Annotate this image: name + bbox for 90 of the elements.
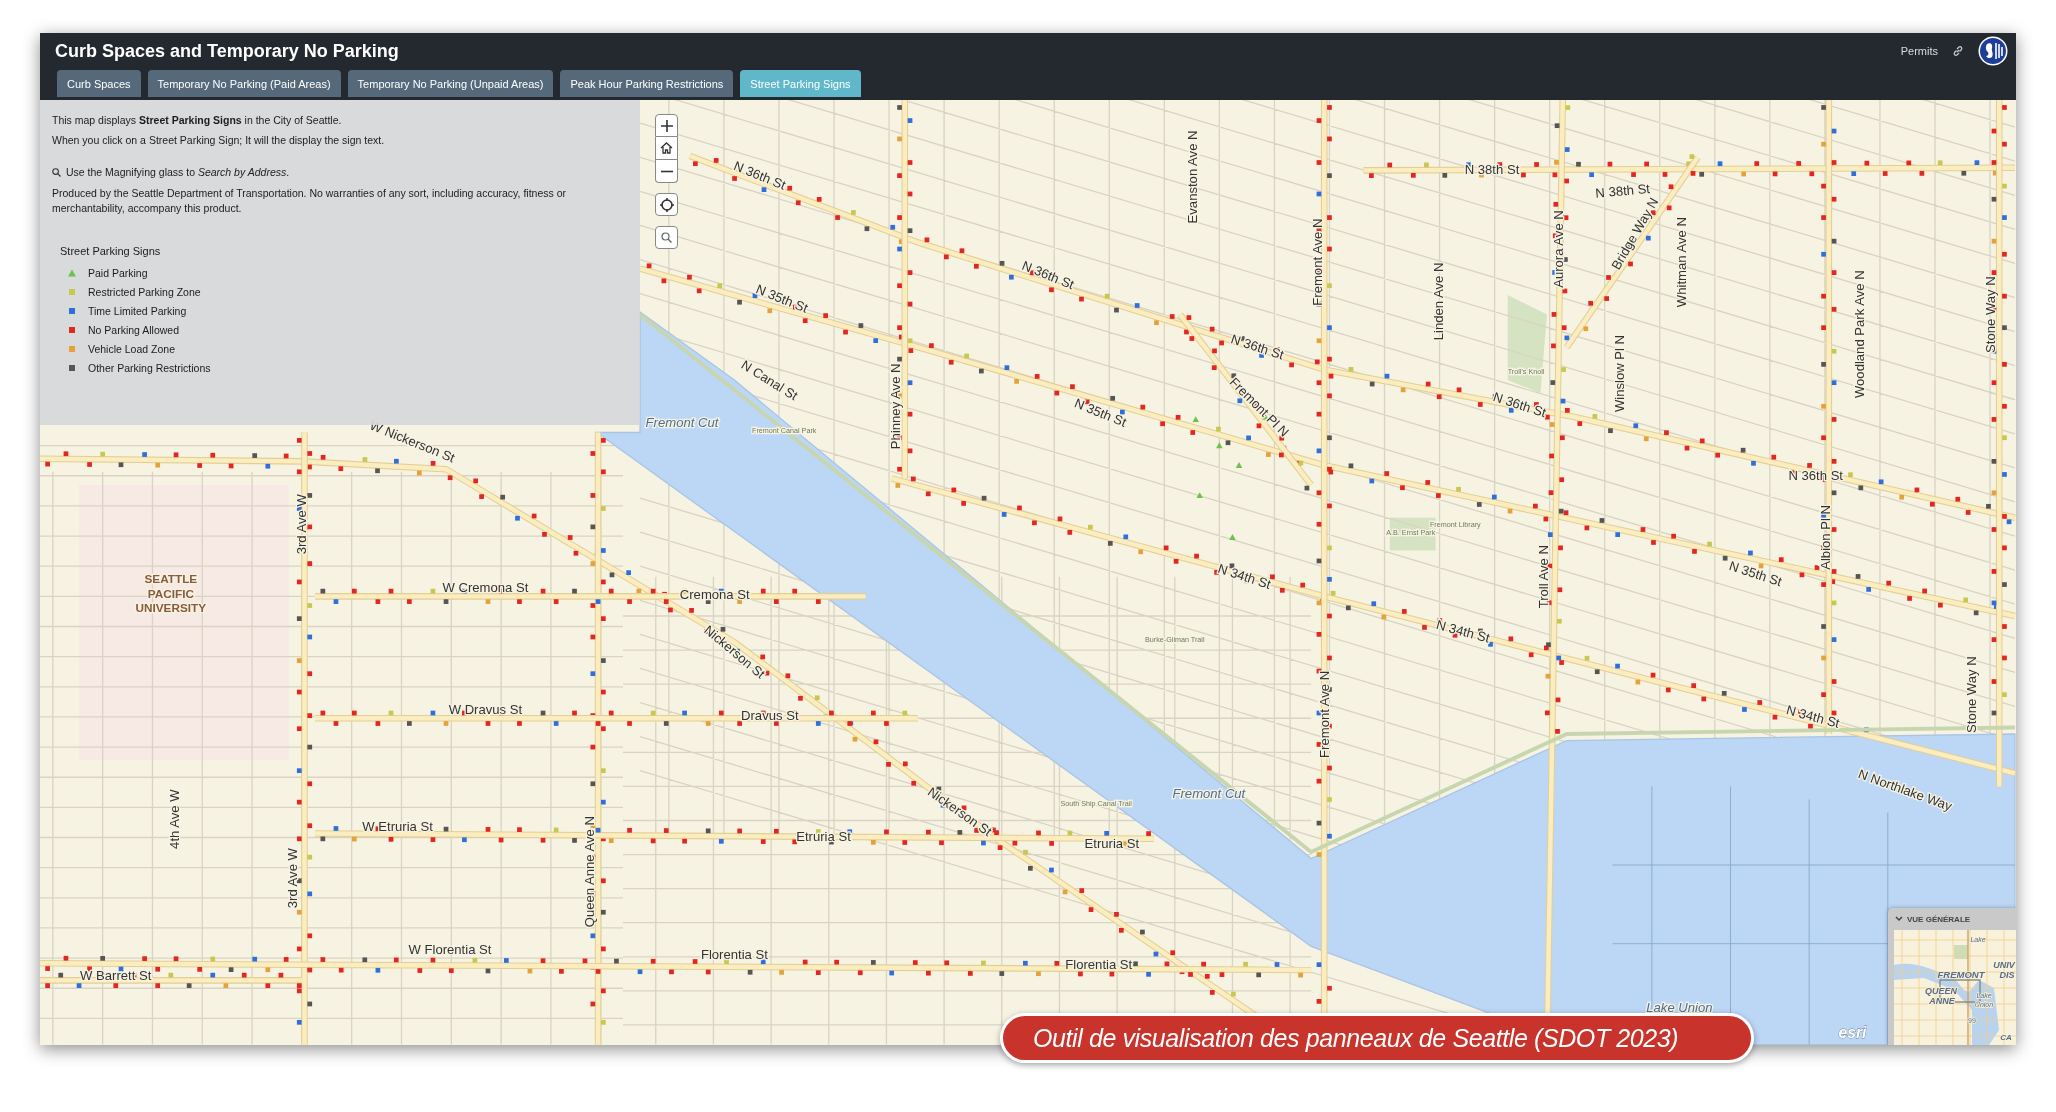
place-label: Troll's Knoll (1507, 366, 1545, 376)
water-label: Fremont Cut (645, 415, 719, 431)
overview-title: VUE GÉNÉRALE (1907, 914, 1971, 924)
locate-button[interactable] (655, 193, 678, 216)
legend-label: Time Limited Parking (88, 305, 187, 318)
caption-banner: Outil de visualisation des panneaux de Seattle (SDOT 2023) (1000, 1013, 1754, 1063)
attribution-logo: esri (1838, 1024, 1867, 1042)
street-label: W Dravus St (448, 702, 523, 718)
street-label: 4th Ave W (166, 789, 182, 849)
street-label: Dravus St (741, 707, 799, 723)
search-hint-text: Use the Magnifying glass to Search by Address. (66, 166, 290, 178)
city-logo-icon (1978, 36, 2008, 66)
overview-label: FREMONT (1937, 969, 1985, 980)
street-label: N 36th St (1019, 257, 1077, 293)
street-label: Etruria St (796, 829, 851, 845)
street-label: Evanston Ave N (1185, 130, 1201, 224)
description-text: This map displays Street Parking Signs in the City of Seattle. (52, 114, 343, 126)
street-label: Troll Ave N (1536, 545, 1552, 609)
street-label: Phinney Ave N (887, 363, 903, 450)
home-button[interactable] (655, 137, 678, 160)
street-label: Albion Pl N (1818, 505, 1834, 570)
street-label: Cremona St (679, 587, 750, 602)
plus-icon (660, 119, 673, 132)
app-title: Curb Spaces and Temporary No Parking (55, 40, 399, 62)
street-label: 3rd Ave W (293, 494, 309, 555)
legend-label: Vehicle Load Zone (88, 343, 175, 356)
street-label: W Etruria St (362, 818, 433, 834)
link-icon[interactable] (1952, 45, 1964, 57)
minus-icon (660, 169, 673, 173)
chevron-icon[interactable] (1895, 916, 1903, 922)
overview-label: CA (2000, 1033, 2012, 1042)
overview-label: QUEEN (1925, 986, 1957, 996)
street-label: Florentia St (1065, 956, 1133, 972)
permits-link[interactable]: Permits (1900, 45, 1938, 57)
legend-title: Street Parking Signs (60, 245, 162, 258)
place-label: Burke-Gilman Trail (1145, 635, 1205, 645)
street-label: W Cremona St (442, 580, 529, 596)
overview-label: DIS (1999, 970, 2015, 980)
zoom-in-button[interactable] (655, 114, 678, 137)
campus-label: SEATTLE PACIFIC UNIVERSITY (135, 572, 207, 615)
street-label: Fremont Ave N (1317, 670, 1333, 758)
street-label: Etruria St (1084, 836, 1140, 851)
search-button[interactable] (655, 226, 678, 249)
water-label: Fremont Cut (1172, 786, 1246, 802)
street-label: Stone Way N (1983, 276, 1999, 353)
street-label: N 34th St (1434, 617, 1492, 646)
street-label: Queen Anne Ave N (582, 816, 598, 928)
search-icon (661, 232, 672, 243)
zoom-out-button[interactable] (655, 160, 678, 183)
street-label: N 36th St (731, 158, 788, 193)
street-label: N 35th St (1072, 395, 1129, 430)
street-label: Linden Ave N (1431, 262, 1447, 341)
street-label: N 38th St (1594, 180, 1651, 201)
place-label: South Ship Canal Trail (1060, 799, 1132, 809)
street-label: W Florentia St (408, 942, 492, 958)
overview-label: UNIV (1993, 960, 2015, 970)
crosshair-icon (659, 197, 674, 212)
search-icon (52, 167, 61, 177)
street-label: Stone Way N (1963, 656, 1979, 733)
street-label: 3rd Ave W (284, 848, 300, 909)
street-label: N 35th St (1727, 558, 1784, 590)
water-label: Lake Union (1646, 999, 1713, 1015)
street-label: N 34th St (1216, 560, 1273, 592)
street-label: N 34th St (1784, 702, 1842, 731)
street-label: W Barrett St (80, 968, 152, 984)
legend-label: Restricted Parking Zone (88, 286, 201, 299)
home-icon (660, 142, 673, 154)
legend-label: Paid Parking (88, 267, 148, 280)
overview-label: ANNE (1929, 996, 1955, 1006)
tab[interactable]: Temporary No Parking (Unpaid Areas) (347, 70, 554, 97)
place-label: Fremont Canal Park (752, 425, 817, 435)
street-label: N 35th St (753, 281, 811, 316)
street-label: N 36th St (1491, 389, 1548, 421)
street-label: Aurora Ave N (1550, 210, 1566, 288)
street-label: Winslow Pl N (1612, 335, 1628, 413)
street-label: N 36th St (1229, 331, 1286, 363)
street-label: Whitman Ave N (1673, 217, 1689, 308)
street-label: N 38th St (1464, 162, 1520, 178)
place-label: A.B. Ernst Park (1386, 527, 1436, 537)
street-label: Woodland Park Ave N (1852, 270, 1868, 399)
street-label: Florentia St (700, 947, 768, 963)
description-text: When you click on a Street Parking Sign; It will the display the sign text. (52, 134, 386, 146)
disclaimer-text: Produced by the Seattle Department of Transportation. No warranties of any sort, including accuracy, fitness or merchantability, accompany this product. (52, 186, 567, 216)
tab[interactable]: Temporary No Parking (Paid Areas) (147, 70, 341, 97)
legend-label: No Parking Allowed (88, 324, 180, 337)
street-label: Fremont Ave N (1309, 218, 1325, 306)
legend-label: Other Parking Restrictions (88, 362, 211, 375)
tab[interactable]: Curb Spaces (57, 70, 141, 97)
tab[interactable]: Peak Hour Parking Restrictions (560, 70, 734, 97)
place-label: Fremont Library (1429, 519, 1481, 529)
